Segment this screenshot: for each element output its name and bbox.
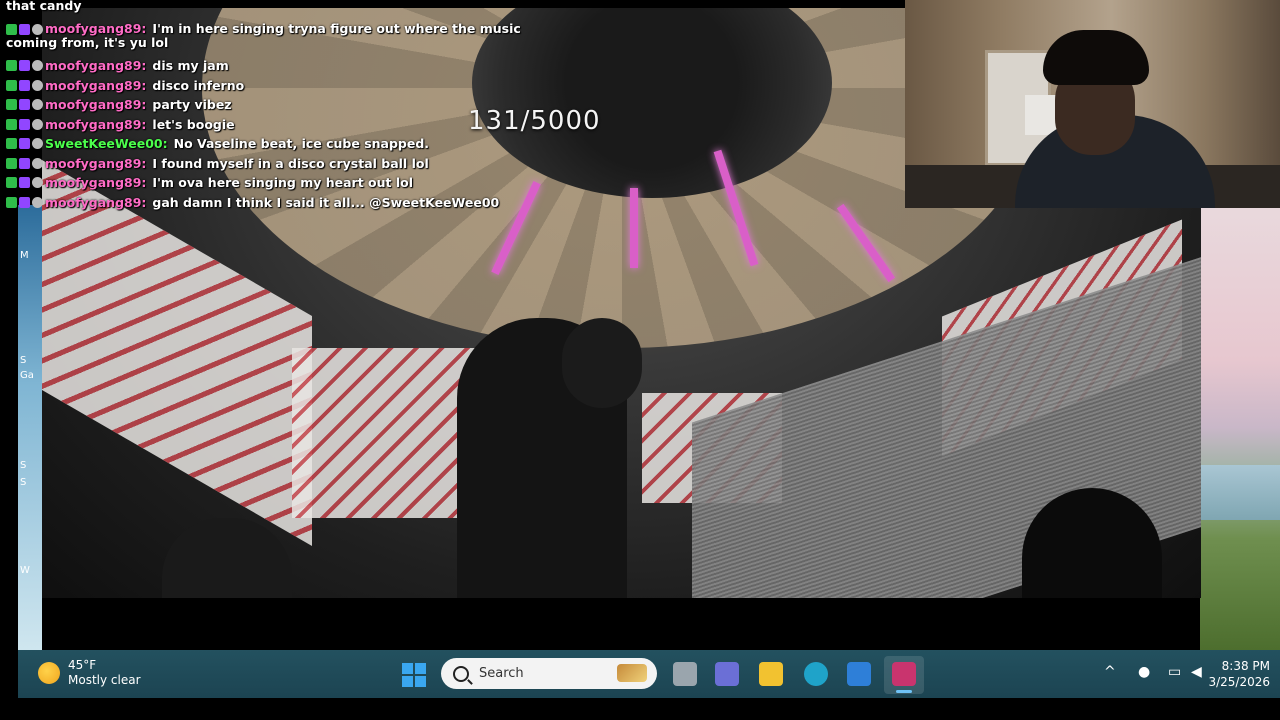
chat-username[interactable]: moofygang89: — [45, 195, 146, 210]
chat-username[interactable]: moofygang89: — [45, 78, 146, 93]
clock-date: 3/25/2026 — [1208, 675, 1270, 689]
chat-overlay: that candy moofygang89: I'm in here singi… — [6, 0, 546, 212]
desktop-icon-label[interactable]: S — [20, 477, 26, 488]
skull-badge-icon — [32, 60, 43, 72]
verified-badge-icon — [6, 99, 17, 111]
taskbar-search[interactable]: Search — [441, 658, 657, 689]
weather-condition: Mostly clear — [68, 673, 141, 687]
weather-widget[interactable]: 45°F Mostly clear — [38, 658, 141, 688]
taskbar: 45°F Mostly clear Search ^ ● ▭ ◀ 8:38 PM… — [18, 650, 1280, 698]
subscriber-badge-icon — [19, 99, 30, 111]
clock-time: 8:38 PM — [1221, 659, 1270, 673]
chat-text: I'm ova here singing my heart out lol — [152, 175, 414, 191]
chat-partial-line: that candy — [6, 0, 82, 13]
active-app-indicator — [896, 690, 912, 693]
subscriber-badge-icon — [19, 118, 30, 130]
chat-message: moofygang89: party vibez — [6, 95, 546, 115]
subscriber-badge-icon — [19, 196, 30, 208]
windows-start-icon[interactable] — [402, 663, 426, 687]
search-label: Search — [479, 666, 524, 681]
chat-text: gah damn I think I said it all... @Sweet… — [152, 194, 500, 210]
chat-message: moofygang89: gah damn I think I said it a… — [6, 193, 546, 213]
edge-icon[interactable] — [804, 662, 828, 686]
chat-text: I found myself in a disco crystal ball l… — [152, 155, 429, 171]
skull-badge-icon — [32, 138, 43, 150]
verified-badge-icon — [6, 60, 17, 72]
subscriber-badge-icon — [19, 177, 30, 189]
webcam-feed — [905, 0, 1280, 208]
network-icon[interactable]: ▭ — [1168, 664, 1181, 680]
system-clock[interactable]: 8:38 PM 3/25/2026 — [1208, 658, 1270, 690]
skull-badge-icon — [32, 157, 43, 169]
chat-username[interactable]: moofygang89: — [45, 58, 146, 73]
verified-badge-icon — [6, 157, 17, 169]
chat-text: No Vaseline beat, ice cube snapped. — [173, 136, 430, 152]
verified-badge-icon — [6, 196, 17, 208]
microphone-icon[interactable]: ● — [1138, 664, 1150, 680]
sun-icon — [38, 662, 60, 684]
desktop-wallpaper — [1200, 205, 1280, 650]
verified-badge-icon — [6, 118, 17, 130]
file-explorer-icon[interactable] — [759, 662, 783, 686]
chat-message: moofygang89: let's boogie — [6, 115, 546, 135]
pink-light — [630, 188, 638, 268]
skull-badge-icon — [32, 24, 43, 35]
skull-badge-icon — [32, 79, 43, 91]
chevron-up-icon[interactable]: ^ — [1104, 664, 1116, 680]
npc-character — [162, 518, 292, 598]
desktop-icon-label[interactable]: Ga — [20, 370, 34, 381]
teams-icon[interactable] — [715, 662, 739, 686]
desktop-icon-label[interactable]: M — [20, 250, 29, 261]
desktop-icon-label[interactable]: S — [20, 355, 26, 366]
verified-badge-icon — [6, 138, 17, 150]
task-view-icon[interactable] — [673, 662, 697, 686]
search-highlight-icon — [617, 664, 647, 682]
streamer-hair — [1043, 30, 1149, 85]
wallpaper-water — [1200, 465, 1280, 520]
verified-badge-icon — [6, 24, 17, 35]
chat-message: moofygang89: dis my jam — [6, 56, 546, 76]
subscriber-badge-icon — [19, 60, 30, 72]
chat-username[interactable]: moofygang89: — [45, 97, 146, 112]
chat-message: SweetKeeWee00: No Vaseline beat, ice cube… — [6, 134, 546, 154]
subscriber-badge-icon — [19, 79, 30, 91]
chat-username[interactable]: moofygang89: — [45, 21, 146, 36]
subscriber-badge-icon — [19, 24, 30, 35]
weather-temp: 45°F — [68, 658, 97, 672]
chat-message: moofygang89: disco inferno — [6, 76, 546, 96]
subscriber-badge-icon — [19, 157, 30, 169]
chat-message: moofygang89: I'm ova here singing my hear… — [6, 173, 546, 193]
subscriber-badge-icon — [19, 138, 30, 150]
chat-username[interactable]: moofygang89: — [45, 156, 146, 171]
chat-username[interactable]: moofygang89: — [45, 117, 146, 132]
skull-badge-icon — [32, 196, 43, 208]
chat-text: disco inferno — [152, 77, 245, 93]
volume-icon[interactable]: ◀ — [1191, 664, 1202, 680]
desktop-icon-label[interactable]: S — [20, 460, 26, 471]
chat-text: let's boogie — [152, 116, 235, 132]
skull-badge-icon — [32, 118, 43, 130]
store-icon[interactable] — [847, 662, 871, 686]
chat-text: party vibez — [152, 97, 232, 113]
player-head — [562, 318, 642, 408]
active-app-highlight — [884, 656, 924, 694]
verified-badge-icon — [6, 79, 17, 91]
chat-message: moofygang89: I'm in here singing tryna fi… — [6, 22, 546, 50]
chat-message: moofygang89: I found myself in a disco cr… — [6, 154, 546, 174]
desktop-icons-strip: M S Ga S S W — [18, 205, 42, 650]
desktop-icon-label[interactable]: W — [20, 565, 30, 576]
chat-username[interactable]: moofygang89: — [45, 175, 146, 190]
search-icon — [453, 665, 469, 682]
chat-text: dis my jam — [152, 58, 229, 74]
verified-badge-icon — [6, 177, 17, 189]
skull-badge-icon — [32, 99, 43, 111]
chat-username[interactable]: SweetKeeWee00: — [45, 136, 168, 151]
skull-badge-icon — [32, 177, 43, 189]
